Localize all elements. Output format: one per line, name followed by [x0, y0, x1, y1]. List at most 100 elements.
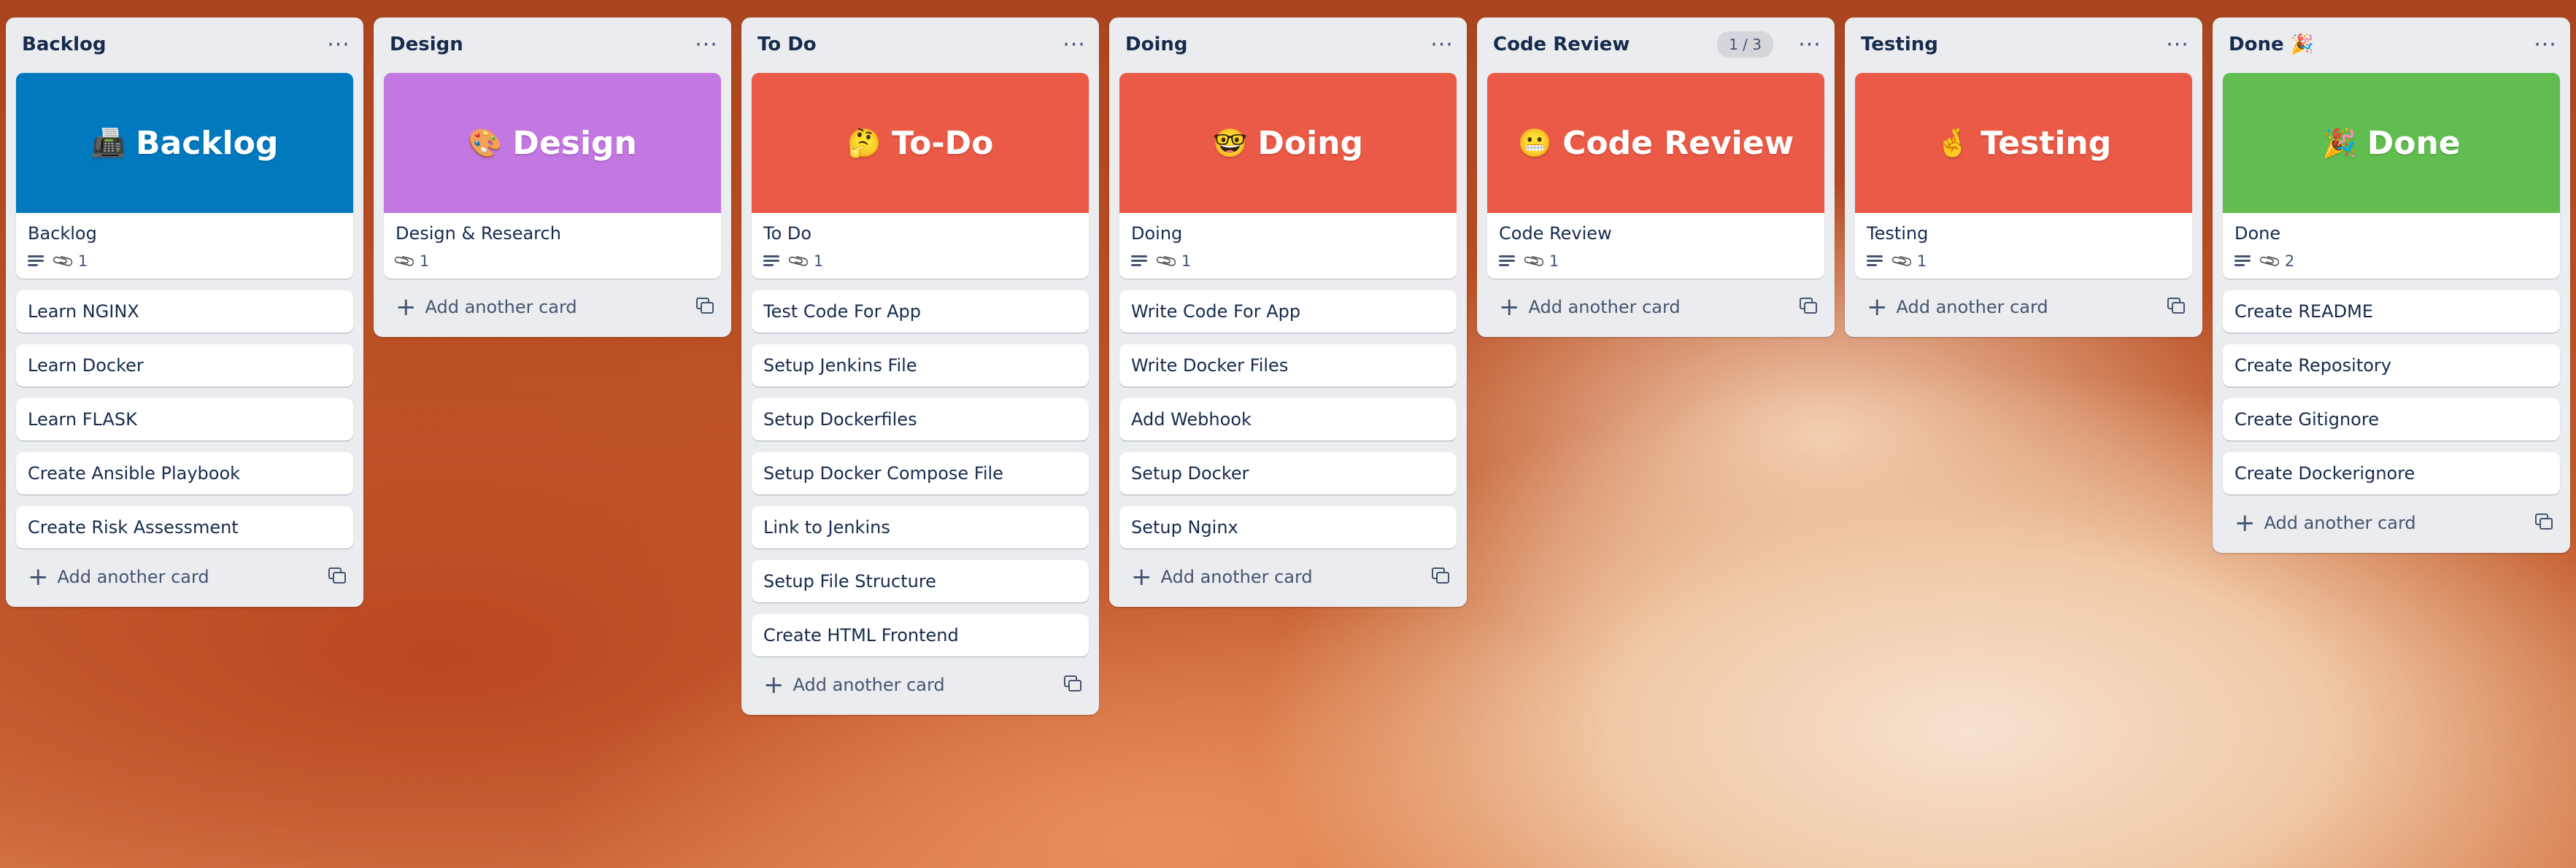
attachment-count: 1 [419, 252, 430, 270]
cover-emoji: 🎉 [2322, 126, 2357, 159]
card[interactable]: Learn NGINX [16, 290, 353, 333]
card-body: To Do 📎 1 [752, 213, 1089, 279]
list-title[interactable]: Design [384, 34, 692, 55]
cover-emoji: 🤞 [1935, 126, 1971, 159]
cover-emoji: 📠 [90, 126, 126, 159]
card[interactable]: Create HTML Frontend [752, 614, 1089, 656]
list-header[interactable]: Doing ··· [1119, 25, 1457, 64]
list-title[interactable]: Backlog [16, 34, 324, 55]
more-horizontal-icon[interactable]: ··· [1060, 30, 1089, 59]
card-template-icon[interactable] [2167, 298, 2186, 317]
more-horizontal-icon[interactable]: ··· [324, 30, 353, 59]
add-card-label: Add another card [1896, 297, 2048, 317]
list-header[interactable]: Done 🎉 ··· [2223, 25, 2560, 64]
card-body: Code Review 📎 1 [1487, 213, 1824, 279]
list-title[interactable]: Code Review [1487, 34, 1717, 55]
card-cover: 🎨 Design [384, 73, 721, 213]
card[interactable]: Create README [2223, 290, 2560, 333]
card-badges: 📎 1 [28, 249, 342, 274]
cover-card[interactable]: 🎉 Done Done 📎 2 [2223, 73, 2560, 279]
attachment-badge: 📎 1 [392, 249, 430, 274]
card[interactable]: Create Dockerignore [2223, 452, 2560, 495]
plus-icon: + [1867, 292, 1888, 322]
description-icon [1867, 255, 1883, 267]
card[interactable]: Create Risk Assessment [16, 506, 353, 549]
card[interactable]: Create Repository [2223, 344, 2560, 387]
add-card-button[interactable]: + Add another card [1855, 287, 2192, 327]
card-body: Done 📎 2 [2223, 213, 2560, 279]
card[interactable]: Write Docker Files [1119, 344, 1457, 387]
list-title[interactable]: To Do [752, 34, 1060, 55]
add-card-button[interactable]: + Add another card [1119, 557, 1457, 597]
card-template-icon[interactable] [2535, 514, 2554, 532]
cover-text: Backlog [135, 124, 279, 162]
list-header[interactable]: Backlog ··· [16, 25, 353, 64]
card-badges: 📎 1 [1131, 249, 1445, 274]
plus-icon: + [763, 670, 784, 700]
cover-emoji: 🤓 [1213, 126, 1248, 159]
card-body: Doing 📎 1 [1119, 213, 1457, 279]
card-template-icon[interactable] [1800, 298, 1819, 317]
list-2: To Do ··· 🤔 To-Do To Do 📎 1 Test Code For App Se… [741, 18, 1099, 715]
list-header[interactable]: Design ··· [384, 25, 721, 64]
cover-card[interactable]: 📠 Backlog Backlog 📎 1 [16, 73, 353, 279]
card[interactable]: Add Webhook [1119, 398, 1457, 441]
list-title[interactable]: Testing [1855, 34, 2163, 55]
more-horizontal-icon[interactable]: ··· [1427, 30, 1457, 59]
add-card-button[interactable]: + Add another card [752, 665, 1089, 705]
add-card-button[interactable]: + Add another card [2223, 503, 2560, 543]
card[interactable]: Setup File Structure [752, 560, 1089, 602]
card[interactable]: Learn FLASK [16, 398, 353, 441]
list-header[interactable]: Testing ··· [1855, 25, 2192, 64]
more-horizontal-icon[interactable]: ··· [1795, 30, 1824, 59]
cover-text: Code Review [1562, 124, 1794, 162]
card[interactable]: Create Ansible Playbook [16, 452, 353, 495]
cover-card[interactable]: 🤓 Doing Doing 📎 1 [1119, 73, 1457, 279]
card[interactable]: Learn Docker [16, 344, 353, 387]
card[interactable]: Setup Docker [1119, 452, 1457, 495]
list-0: Backlog ··· 📠 Backlog Backlog 📎 1 Learn NGINX Le… [6, 18, 363, 607]
card-template-icon[interactable] [328, 567, 347, 586]
card-cover: 📠 Backlog [16, 73, 353, 213]
description-icon [28, 255, 44, 267]
cover-text: Testing [1981, 124, 2112, 162]
more-horizontal-icon[interactable]: ··· [692, 30, 721, 59]
more-horizontal-icon[interactable]: ··· [2163, 30, 2192, 59]
paperclip-icon: 📎 [1889, 249, 1915, 274]
add-card-button[interactable]: + Add another card [384, 287, 721, 327]
card-template-icon[interactable] [1064, 675, 1083, 694]
card[interactable]: Setup Nginx [1119, 506, 1457, 549]
card-title: Testing [1867, 223, 1929, 244]
card-cover: 🤞 Testing [1855, 73, 2192, 213]
add-card-label: Add another card [57, 567, 209, 587]
card-badges: 📎 2 [2234, 249, 2548, 274]
cover-card[interactable]: 😬 Code Review Code Review 📎 1 [1487, 73, 1824, 279]
card[interactable]: Setup Dockerfiles [752, 398, 1089, 441]
cover-emoji: 😬 [1517, 126, 1553, 159]
list-title[interactable]: Done 🎉 [2223, 34, 2531, 55]
paperclip-icon: 📎 [1522, 249, 1547, 274]
card[interactable]: Link to Jenkins [752, 506, 1089, 549]
cover-card[interactable]: 🤞 Testing Testing 📎 1 [1855, 73, 2192, 279]
list-card-count: 1 / 3 [1717, 31, 1773, 58]
list-header[interactable]: Code Review 1 / 3 ··· [1487, 25, 1824, 64]
card-template-icon[interactable] [1432, 567, 1451, 586]
more-horizontal-icon[interactable]: ··· [2531, 30, 2560, 59]
list-header[interactable]: To Do ··· [752, 25, 1089, 64]
card[interactable]: Setup Docker Compose File [752, 452, 1089, 495]
card[interactable]: Setup Jenkins File [752, 344, 1089, 387]
list-5: Testing ··· 🤞 Testing Testing 📎 1 + Add another … [1845, 18, 2202, 337]
plus-icon: + [396, 292, 417, 322]
add-card-button[interactable]: + Add another card [1487, 287, 1824, 327]
cover-card[interactable]: 🤔 To-Do To Do 📎 1 [752, 73, 1089, 279]
attachment-count: 1 [813, 252, 824, 270]
cover-card[interactable]: 🎨 Design Design & Research 📎 1 [384, 73, 721, 279]
card-template-icon[interactable] [696, 298, 715, 317]
attachment-badge: 📎 1 [50, 249, 88, 274]
add-card-button[interactable]: + Add another card [16, 557, 353, 597]
list-title[interactable]: Doing [1119, 34, 1427, 55]
attachment-badge: 📎 1 [1522, 249, 1559, 274]
card[interactable]: Write Code For App [1119, 290, 1457, 333]
card[interactable]: Create Gitignore [2223, 398, 2560, 441]
card[interactable]: Test Code For App [752, 290, 1089, 333]
